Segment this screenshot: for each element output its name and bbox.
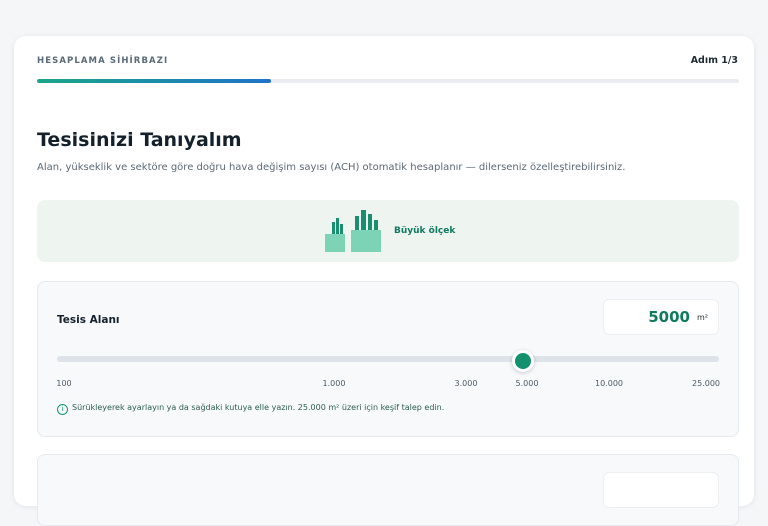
area-slider-thumb[interactable] bbox=[512, 350, 534, 372]
area-label: Tesis Alanı bbox=[57, 314, 120, 326]
buildings-icon bbox=[325, 210, 381, 252]
progress-fill bbox=[37, 79, 271, 83]
area-unit: m² bbox=[697, 313, 708, 322]
next-input[interactable] bbox=[603, 472, 719, 508]
wizard-label: HESAPLAMA SİHİRBAZI bbox=[37, 56, 169, 66]
step-indicator: Adım 1/3 bbox=[690, 55, 738, 66]
scale-label: Büyük ölçek bbox=[394, 226, 456, 236]
scale-indicator: Büyük ölçek bbox=[37, 200, 739, 262]
slider-tick: 100 bbox=[56, 379, 72, 388]
area-input[interactable]: 5000 m² bbox=[603, 299, 719, 335]
area-hint-text: Sürükleyerek ayarlayın ya da sağdaki kut… bbox=[72, 403, 445, 412]
page-subtitle: Alan, yükseklik ve sektöre göre doğru ha… bbox=[37, 162, 626, 173]
wizard-card: HESAPLAMA SİHİRBAZI Adım 1/3 Tesisinizi … bbox=[14, 36, 754, 526]
area-slider[interactable] bbox=[57, 356, 719, 362]
slider-tick: 10.000 bbox=[595, 379, 623, 388]
progress-bar bbox=[37, 79, 739, 83]
slider-tick: 3.000 bbox=[454, 379, 478, 388]
next-panel bbox=[37, 454, 739, 526]
slider-tick: 5.000 bbox=[515, 379, 539, 388]
slider-tick: 1.000 bbox=[322, 379, 346, 388]
slider-tick: 25.000 bbox=[692, 379, 720, 388]
area-panel: Tesis Alanı 5000 m² 100 1.000 3.000 5.00… bbox=[37, 281, 739, 437]
info-icon: i bbox=[57, 404, 68, 415]
page-title: Tesisinizi Tanıyalım bbox=[37, 129, 242, 151]
area-value[interactable]: 5000 bbox=[648, 308, 690, 326]
area-hint: i Sürükleyerek ayarlayın ya da sağdaki ku… bbox=[57, 403, 444, 415]
